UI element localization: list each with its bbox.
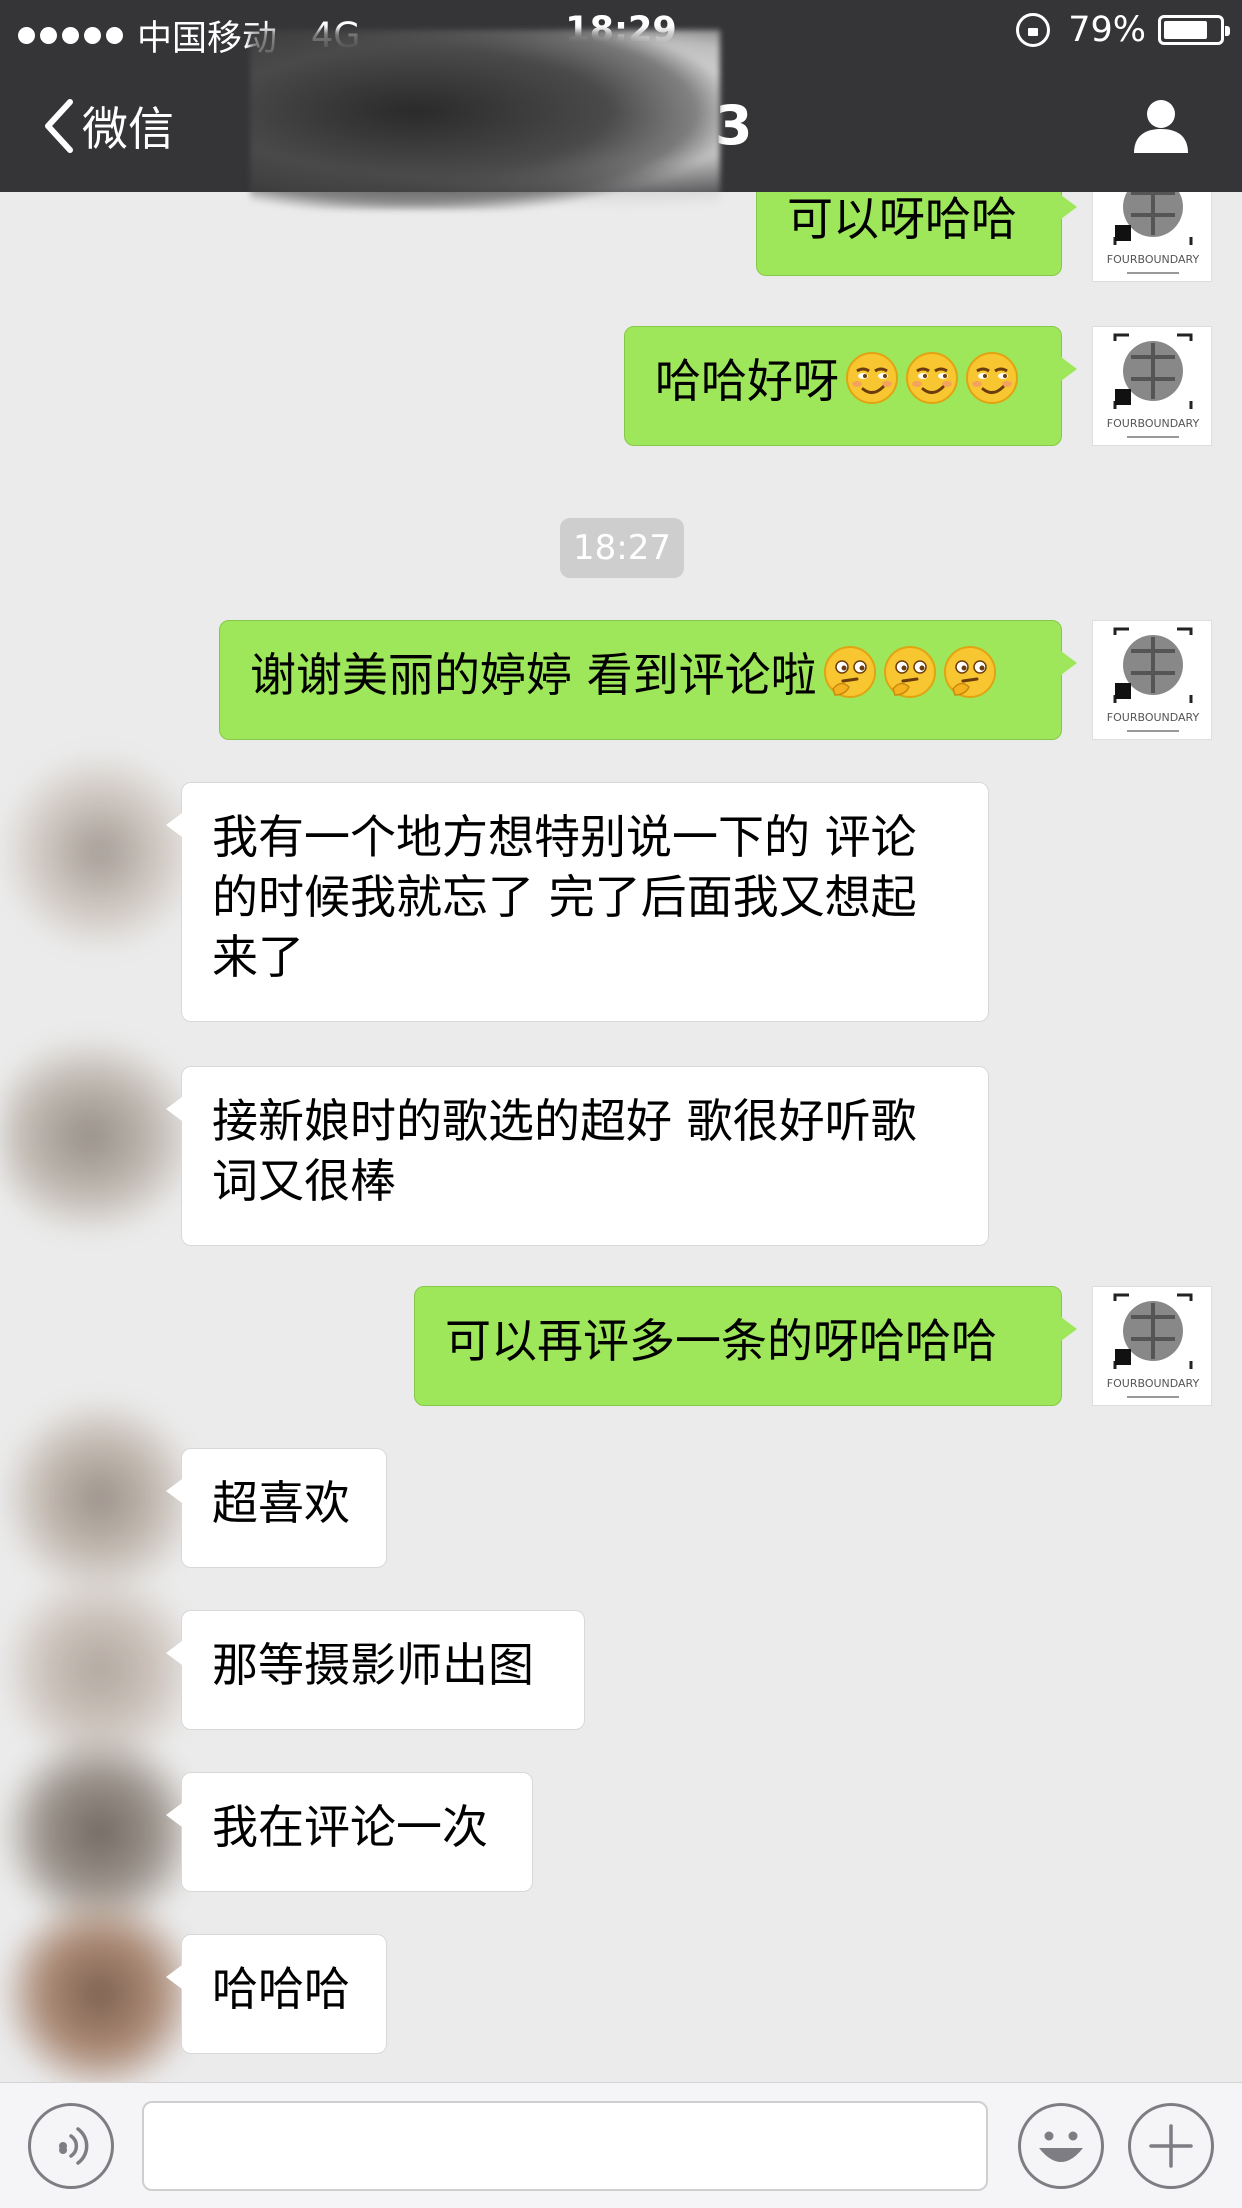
message-row: 那等摄影师出图 [0, 1570, 1242, 1770]
message-row: 谢谢美丽的婷婷 看到评论啦 FOURBOUNDARY [0, 620, 1242, 740]
message-row: 我在评论一次 [0, 1732, 1242, 1932]
message-bubble-incoming[interactable]: 接新娘时的歌选的超好 歌很好听歌 词又很棒 [166, 1066, 989, 1246]
message-text: 那等摄影师出图 [212, 1638, 534, 1692]
smirk-face-icon [965, 351, 1019, 405]
message-bubble-incoming[interactable]: 超喜欢 [166, 1448, 387, 1568]
smirk-face-icon [845, 351, 899, 405]
message-text: 我在评论一次 [212, 1800, 488, 1854]
avatar[interactable] [0, 752, 200, 952]
chat-area[interactable]: 可以呀哈哈 FOURBOUNDARY 哈哈好呀 FOURBOUNDARY 18:… [0, 192, 1242, 2082]
message-text: 哈哈哈 [212, 1962, 350, 2016]
avatar[interactable]: FOURBOUNDARY [1092, 326, 1212, 446]
voice-icon[interactable] [28, 2103, 114, 2189]
message-row: 可以再评多一条的呀哈哈哈 FOURBOUNDARY [0, 1286, 1242, 1406]
brand-logo-icon: FOURBOUNDARY [1093, 1287, 1211, 1405]
plus-icon[interactable] [1128, 2103, 1214, 2189]
orientation-lock-icon [1016, 13, 1051, 47]
thinking-face-icon [823, 645, 877, 699]
message-bubble-incoming[interactable]: 哈哈哈 [166, 1934, 387, 2054]
avatar[interactable] [0, 1036, 200, 1236]
message-text: 可以呀哈哈 [787, 192, 1017, 246]
message-bubble-incoming[interactable]: 那等摄影师出图 [166, 1610, 585, 1730]
avatar[interactable]: FOURBOUNDARY [1092, 620, 1212, 740]
message-row: 超喜欢 [0, 1398, 1242, 1598]
message-bubble-outgoing[interactable]: 谢谢美丽的婷婷 看到评论啦 [219, 620, 1077, 740]
avatar[interactable]: FOURBOUNDARY [1092, 192, 1212, 282]
message-bubble-incoming[interactable]: 我在评论一次 [166, 1772, 533, 1892]
message-line: 我有一个地方想特别说一下的 评论 [212, 810, 917, 864]
svg-text:FOURBOUNDARY: FOURBOUNDARY [1107, 711, 1200, 724]
battery-icon [1158, 15, 1230, 45]
message-row: 我有一个地方想特别说一下的 评论 的时候我就忘了 完了后面我又想起 来了 [0, 752, 1242, 1022]
message-bubble-outgoing[interactable]: 可以再评多一条的呀哈哈哈 [414, 1286, 1077, 1406]
message-line: 来了 [212, 930, 304, 984]
message-input[interactable] [142, 2101, 988, 2191]
message-row: 哈哈好呀 FOURBOUNDARY [0, 326, 1242, 446]
message-bubble-outgoing[interactable]: 可以呀哈哈 [756, 192, 1077, 276]
message-text: 哈哈好呀 [655, 354, 839, 408]
battery-percent: 79% [1068, 10, 1146, 50]
message-line: 的时候我就忘了 完了后面我又想起 [212, 870, 917, 924]
message-bubble-outgoing[interactable]: 哈哈好呀 [624, 326, 1077, 446]
timestamp-chip: 18:27 [560, 518, 684, 578]
avatar[interactable]: FOURBOUNDARY [1092, 1286, 1212, 1406]
brand-logo-icon: FOURBOUNDARY [1093, 621, 1211, 739]
status-right: 79% [1016, 10, 1230, 50]
message-line: 词又很棒 [212, 1154, 396, 1208]
svg-text:FOURBOUNDARY: FOURBOUNDARY [1107, 253, 1200, 266]
message-text: 超喜欢 [212, 1476, 350, 1530]
message-text: 谢谢美丽的婷婷 看到评论啦 [250, 648, 817, 702]
svg-text:FOURBOUNDARY: FOURBOUNDARY [1107, 1377, 1200, 1390]
input-bar [0, 2082, 1242, 2208]
brand-logo-icon: FOURBOUNDARY [1093, 192, 1211, 281]
svg-text:FOURBOUNDARY: FOURBOUNDARY [1107, 417, 1200, 430]
redaction-scribble [250, 30, 720, 210]
thinking-face-icon [883, 645, 937, 699]
emoji-icon[interactable] [1018, 2103, 1104, 2189]
message-text: 可以再评多一条的呀哈哈哈 [445, 1314, 997, 1368]
message-bubble-incoming[interactable]: 我有一个地方想特别说一下的 评论 的时候我就忘了 完了后面我又想起 来了 [166, 782, 989, 1022]
message-line: 接新娘时的歌选的超好 歌很好听歌 [212, 1094, 917, 1148]
smirk-face-icon [905, 351, 959, 405]
message-row: 哈哈哈 [0, 1894, 1242, 2082]
brand-logo-icon: FOURBOUNDARY [1093, 327, 1211, 445]
thinking-face-icon [943, 645, 997, 699]
message-row: 接新娘时的歌选的超好 歌很好听歌 词又很棒 [0, 1036, 1242, 1246]
person-icon[interactable] [1132, 97, 1190, 155]
